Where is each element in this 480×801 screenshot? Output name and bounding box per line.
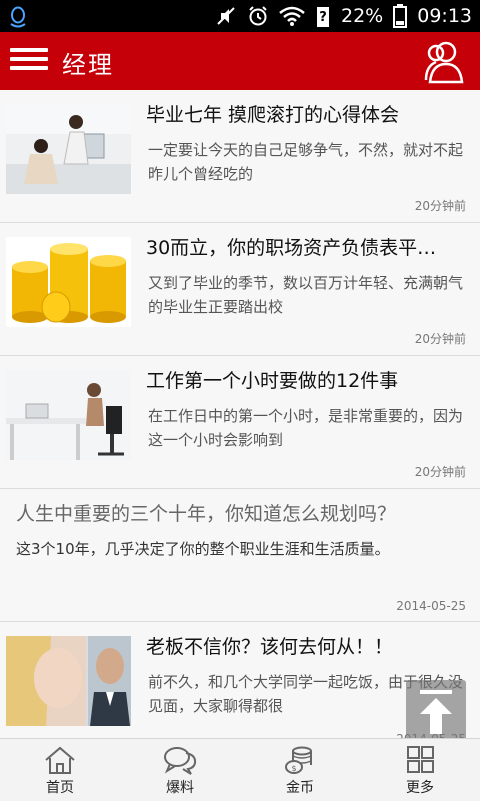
battery-percent: 22% [341,5,384,27]
list-item[interactable]: 30而立，你的职场资产负债表平… 又到了毕业的季节，数以百万计年轻、充满朝气的毕… [0,223,480,356]
list-item[interactable]: 毕业七年 摸爬滚打的心得体会 一定要让今天的自己足够争气，不然，就对不起昨儿个曾… [0,90,480,223]
page-title: 经理 [62,51,114,79]
menu-icon-bar [10,66,48,70]
alarm-icon [247,5,269,27]
article-title: 毕业七年 摸爬滚打的心得体会 [146,104,400,126]
tab-home[interactable]: 首页 [0,739,120,801]
status-icons: ? 22% 09:13 [215,0,472,32]
home-icon [45,746,75,774]
list-item[interactable]: 人生中重要的三个十年，你知道怎么规划吗？ 这3个10年，几乎决定了你的整个职业生… [0,489,480,622]
article-summary: 在工作日中的第一个小时，是非常重要的，因为这一个小时会影响到 [148,407,464,449]
article-title: 工作第一个小时要做的12件事 [146,370,399,392]
tab-label: 更多 [406,780,434,796]
tab-baoliao[interactable]: 爆料 [120,739,240,801]
tab-label: 金币 [286,780,314,796]
menu-button[interactable] [10,44,48,78]
tab-label: 首页 [46,780,74,796]
article-title: 人生中重要的三个十年，你知道怎么规划吗？ [16,503,397,525]
thumbnail-woman-at-desk [6,370,131,460]
battery-icon [393,4,408,28]
mute-icon [215,5,237,27]
app-bar: 经理 [0,32,480,90]
thumbnail-gold-coins [6,237,131,327]
tab-coins[interactable]: $ 金币 [240,739,360,801]
signal-unknown-icon: ? [315,5,331,27]
wifi-icon [279,6,305,26]
user-button[interactable] [416,40,468,84]
arrow-up-icon [420,690,452,734]
svg-text:?: ? [319,10,327,25]
coins-icon: $ [285,746,312,774]
menu-icon-bar [10,57,48,61]
article-time: 2014-05-25 [396,599,466,613]
svg-text:$: $ [291,764,296,773]
clock: 09:13 [417,5,472,27]
status-bar: ? 22% 09:13 [0,0,480,32]
article-summary: 又到了毕业的季节，数以百万计年轻、充满朝气的毕业生正要踏出校 [148,274,464,316]
article-time: 20分钟前 [414,465,466,479]
article-title: 30而立，你的职场资产负债表平… [146,237,437,259]
grid-icon [407,746,434,773]
scroll-to-top-button[interactable] [406,680,466,742]
article-time: 20分钟前 [414,199,466,213]
article-list: 毕业七年 摸爬滚打的心得体会 一定要让今天的自己足够争气，不然，就对不起昨儿个曾… [0,90,480,738]
article-title: 老板不信你？该何去何从！！ [146,636,394,658]
tab-more[interactable]: 更多 [360,739,480,801]
thumbnail-business-people [6,636,131,726]
menu-icon-bar [10,48,48,52]
article-time: 20分钟前 [414,332,466,346]
qq-icon [8,6,28,32]
bottom-tab-bar: 首页 爆料 $ 金币 更多 [0,738,480,801]
chat-bubbles-icon [164,747,197,775]
thumbnail-office-women [6,104,131,194]
tab-label: 爆料 [166,780,194,796]
user-icon [424,41,464,84]
article-summary: 这3个10年，几乎决定了你的整个职业生涯和生活质量。 [16,540,390,558]
article-summary: 一定要让今天的自己足够争气，不然，就对不起昨儿个曾经吃的 [148,141,464,183]
list-item[interactable]: 工作第一个小时要做的12件事 在工作日中的第一个小时，是非常重要的，因为这一个小… [0,356,480,489]
